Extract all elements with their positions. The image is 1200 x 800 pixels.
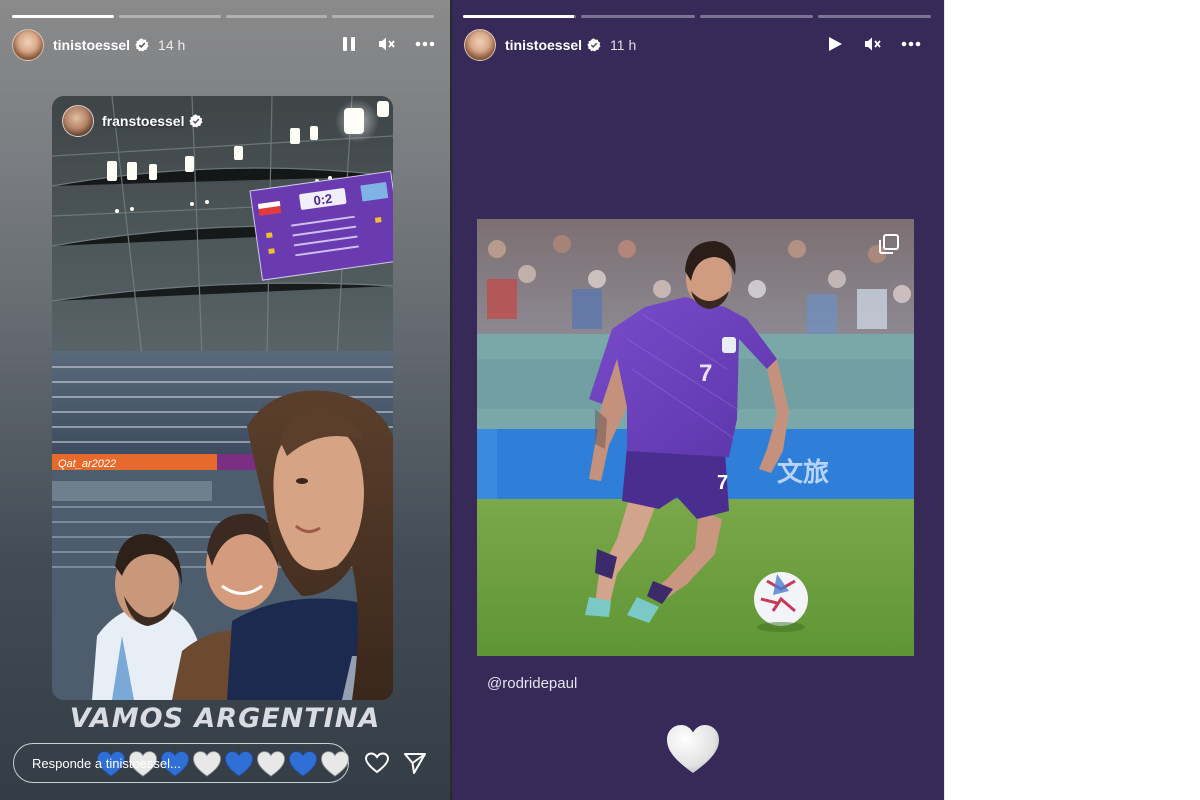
progress-segment bbox=[225, 15, 328, 18]
progress-segment bbox=[12, 15, 114, 18]
blue-heart-icon bbox=[289, 751, 317, 777]
progress-segment bbox=[581, 15, 695, 18]
white-heart-sticker-icon bbox=[667, 725, 719, 773]
mute-button[interactable] bbox=[376, 33, 398, 55]
white-heart-icon bbox=[193, 751, 221, 777]
progress-segment bbox=[699, 15, 813, 18]
pause-icon bbox=[343, 37, 355, 51]
pause-button[interactable] bbox=[338, 33, 360, 55]
story-header: tinistoessel 11 h bbox=[464, 28, 636, 62]
white-heart-icon bbox=[257, 751, 285, 777]
stadium-banner: Qat_ar2022 bbox=[58, 458, 116, 470]
send-icon[interactable] bbox=[402, 750, 428, 776]
more-icon bbox=[415, 41, 435, 47]
progress-segment bbox=[463, 15, 577, 18]
verified-badge-icon bbox=[587, 38, 601, 52]
blue-heart-reaction-button[interactable] bbox=[223, 748, 255, 780]
white-heart-reaction-button[interactable] bbox=[255, 748, 287, 780]
story-timestamp: 14 h bbox=[158, 37, 186, 53]
story-progress-bar bbox=[463, 15, 931, 18]
football-player-photo: 文旅 7 7 bbox=[477, 219, 914, 656]
play-button[interactable] bbox=[824, 33, 846, 55]
more-options-button[interactable] bbox=[414, 33, 436, 55]
story-username[interactable]: tinistoessel bbox=[505, 37, 582, 53]
story-controls bbox=[824, 33, 922, 55]
more-options-button[interactable] bbox=[900, 33, 922, 55]
story-progress-bar bbox=[12, 15, 434, 18]
white-heart-reaction-button[interactable] bbox=[319, 748, 351, 780]
story-header: tinistoessel 14 h bbox=[12, 28, 185, 62]
reply-placeholder: Responde a tinistoessel... bbox=[32, 755, 181, 771]
svg-text:文旅: 文旅 bbox=[777, 457, 829, 488]
avatar[interactable] bbox=[464, 29, 496, 61]
like-heart-icon[interactable] bbox=[364, 750, 390, 776]
mention-sticker[interactable]: @rodridepaul bbox=[487, 675, 577, 692]
story-panel-left[interactable]: tinistoessel 14 h 0:2 Qat_ar2022 fransto… bbox=[0, 0, 450, 800]
shorts-number: 7 bbox=[717, 472, 728, 494]
story-caption: VAMOS ARGENTINA bbox=[69, 703, 381, 734]
progress-segment bbox=[332, 15, 434, 18]
shared-story-avatar[interactable] bbox=[62, 105, 94, 137]
white-heart-reaction-button[interactable] bbox=[191, 748, 223, 780]
stadium-photo: 0:2 Qat_ar2022 bbox=[52, 96, 393, 700]
shared-story-card[interactable]: 0:2 Qat_ar2022 franstoessel bbox=[52, 96, 393, 700]
more-icon bbox=[901, 41, 921, 47]
play-icon bbox=[829, 37, 842, 51]
avatar[interactable] bbox=[12, 29, 44, 61]
blue-heart-icon bbox=[225, 751, 253, 777]
blank-area bbox=[944, 0, 1200, 800]
progress-segment bbox=[118, 15, 221, 18]
verified-badge-icon bbox=[135, 38, 149, 52]
shared-story-header: franstoessel bbox=[62, 105, 203, 137]
jersey-number: 7 bbox=[699, 360, 712, 387]
story-username[interactable]: tinistoessel bbox=[53, 37, 130, 53]
scoreboard-score: 0:2 bbox=[313, 191, 334, 208]
shared-post-image[interactable]: 文旅 7 7 bbox=[477, 219, 914, 656]
shared-story-username[interactable]: franstoessel bbox=[102, 113, 184, 129]
mute-button[interactable] bbox=[862, 33, 884, 55]
story-panel-right[interactable]: tinistoessel 11 h 文旅 7 7 @rodridepaul bbox=[452, 0, 944, 800]
verified-badge-icon bbox=[189, 114, 203, 128]
white-heart-icon bbox=[321, 751, 349, 777]
mute-icon bbox=[865, 37, 881, 51]
story-timestamp: 11 h bbox=[610, 37, 637, 53]
stories-viewer: tinistoessel 14 h 0:2 Qat_ar2022 fransto… bbox=[0, 0, 1200, 800]
blue-heart-reaction-button[interactable] bbox=[287, 748, 319, 780]
mute-icon bbox=[379, 37, 395, 51]
story-controls bbox=[338, 33, 436, 55]
carousel-icon bbox=[879, 234, 899, 254]
progress-segment bbox=[817, 15, 931, 18]
